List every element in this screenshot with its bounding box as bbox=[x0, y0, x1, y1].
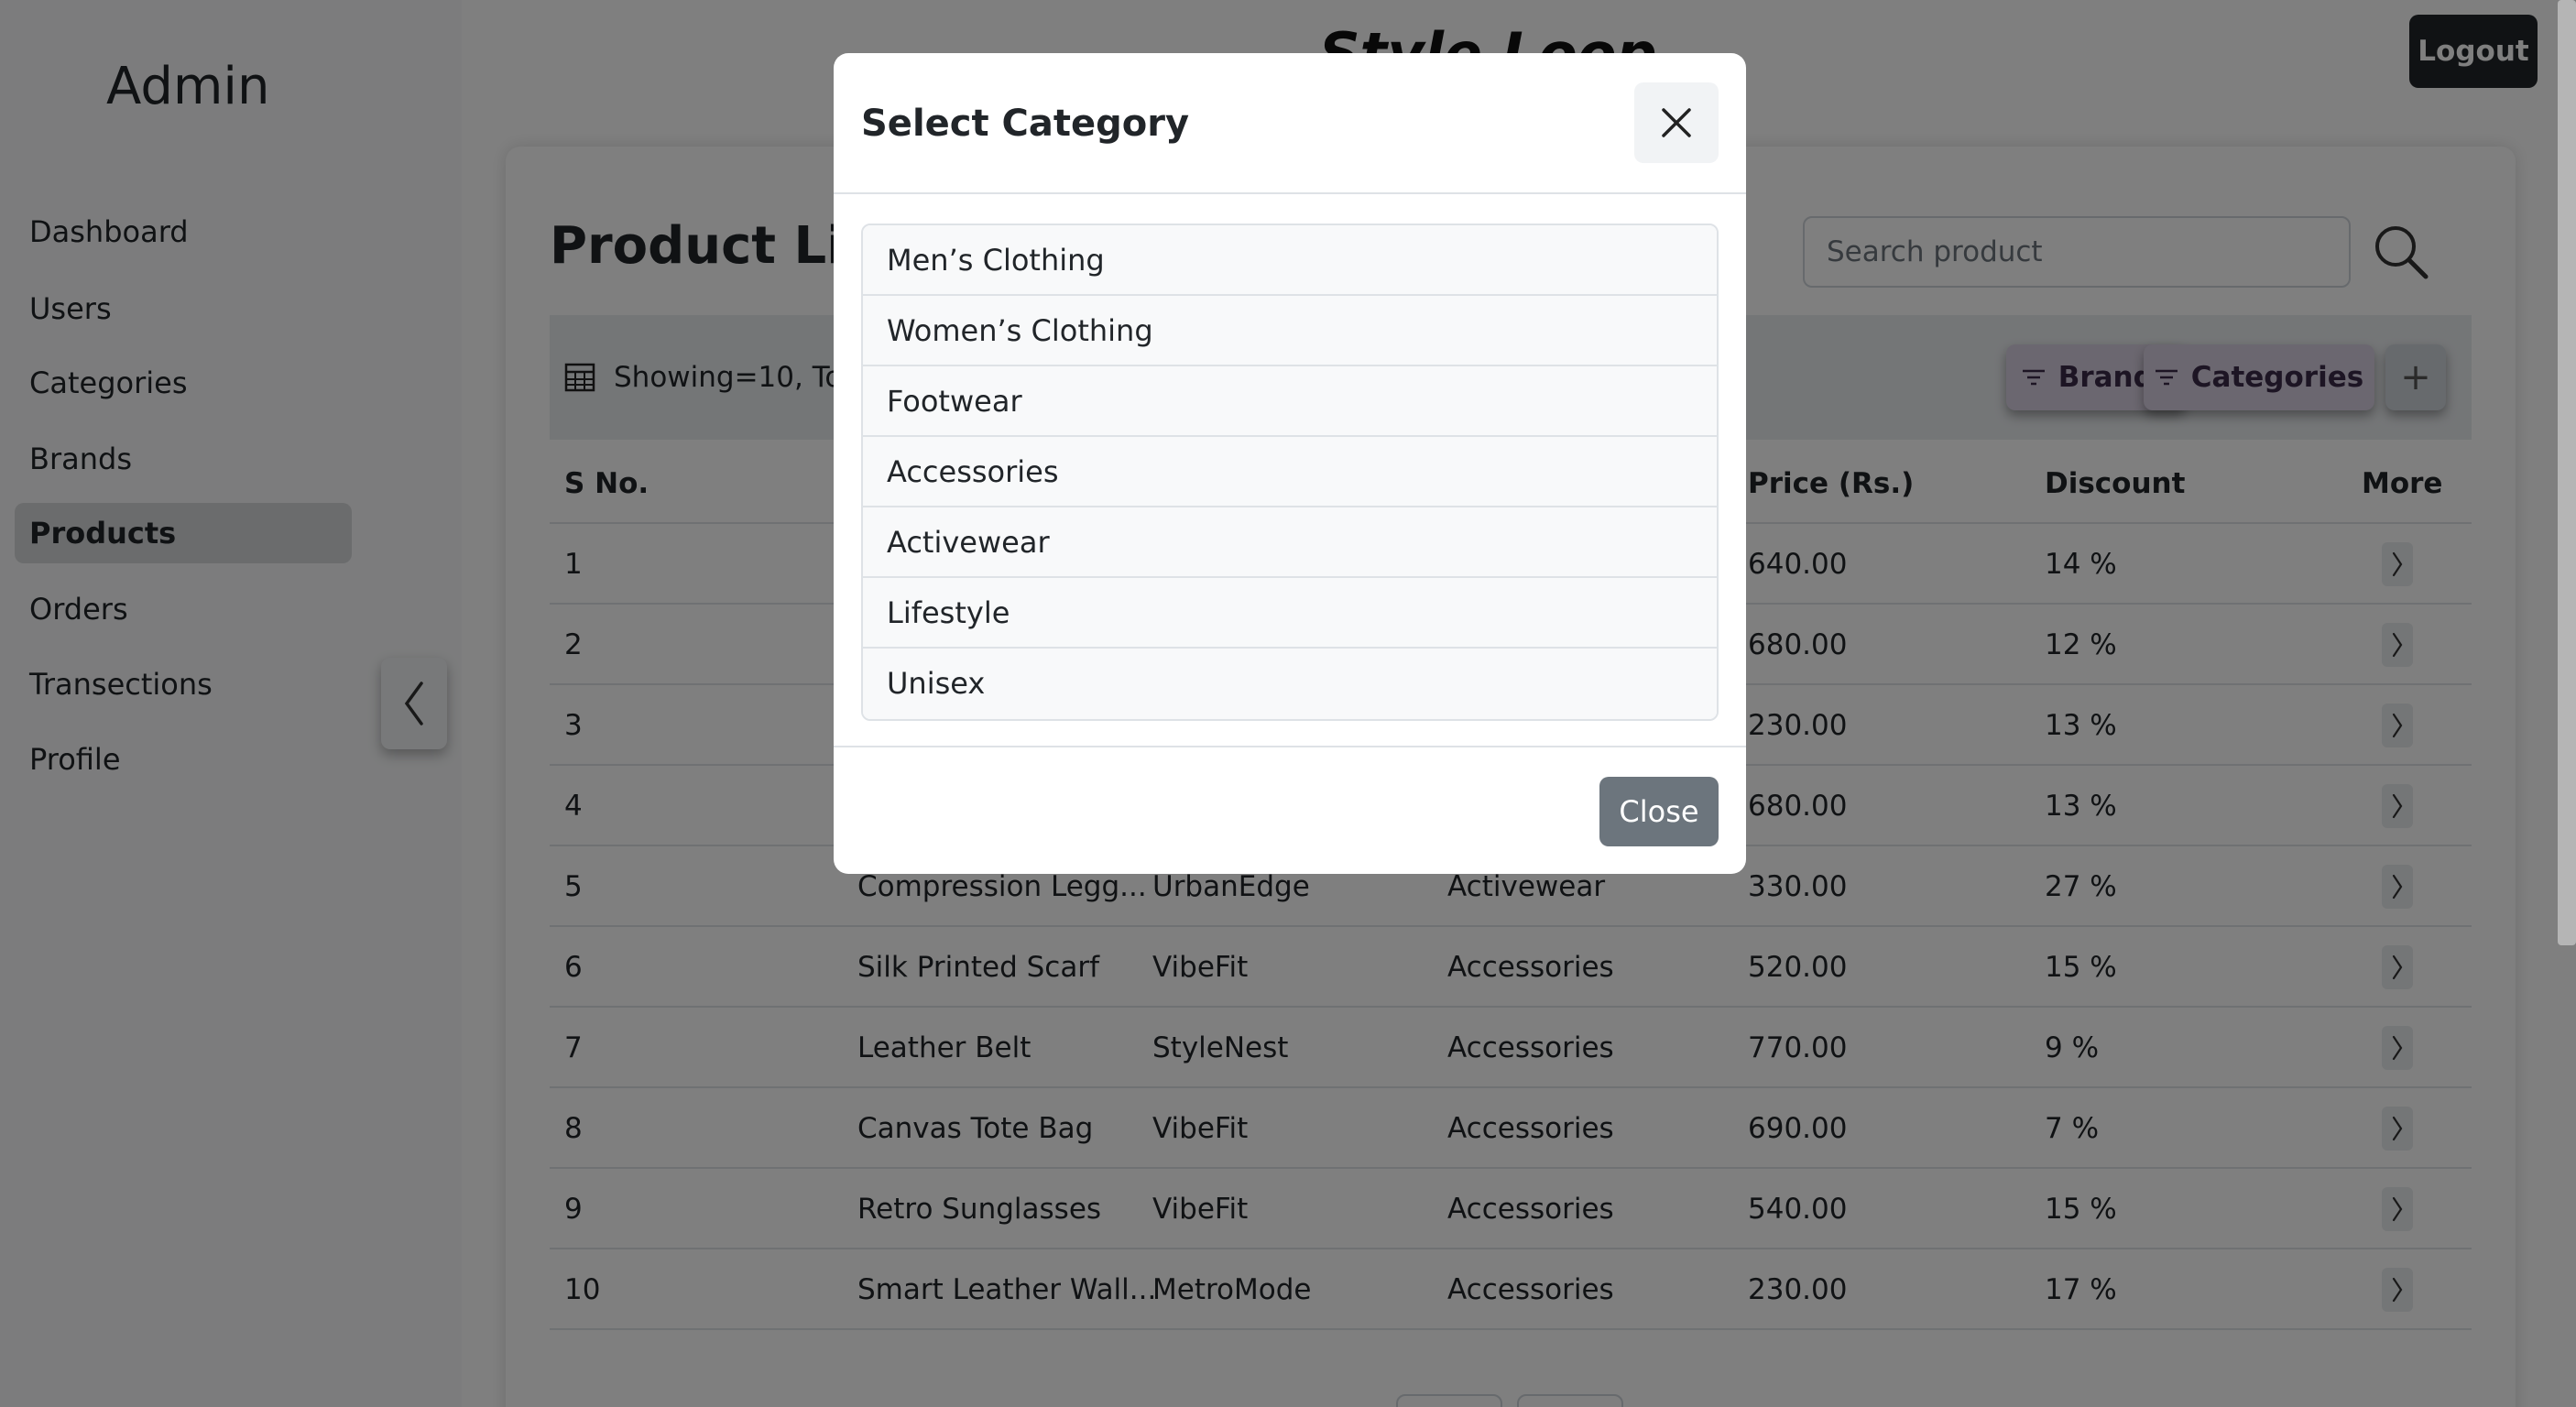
category-item-footwear[interactable]: Footwear bbox=[863, 366, 1717, 437]
page-scrollbar[interactable] bbox=[2558, 0, 2576, 945]
category-item-activewear[interactable]: Activewear bbox=[863, 507, 1717, 578]
close-icon bbox=[1662, 108, 1691, 137]
category-item-accessories[interactable]: Accessories bbox=[863, 437, 1717, 507]
select-category-modal: Select Category Men’s Clothing Women’s C… bbox=[834, 53, 1746, 874]
modal-close-button[interactable]: Close bbox=[1599, 777, 1719, 846]
category-item-womens-clothing[interactable]: Women’s Clothing bbox=[863, 296, 1717, 366]
category-item-mens-clothing[interactable]: Men’s Clothing bbox=[863, 225, 1717, 296]
modal-header-divider bbox=[834, 192, 1746, 194]
category-item-unisex[interactable]: Unisex bbox=[863, 649, 1717, 719]
modal-footer-divider bbox=[834, 746, 1746, 747]
modal-title: Select Category bbox=[861, 103, 1190, 145]
modal-close-x-button[interactable] bbox=[1634, 82, 1719, 163]
category-list: Men’s Clothing Women’s Clothing Footwear… bbox=[861, 224, 1719, 721]
category-item-lifestyle[interactable]: Lifestyle bbox=[863, 578, 1717, 649]
